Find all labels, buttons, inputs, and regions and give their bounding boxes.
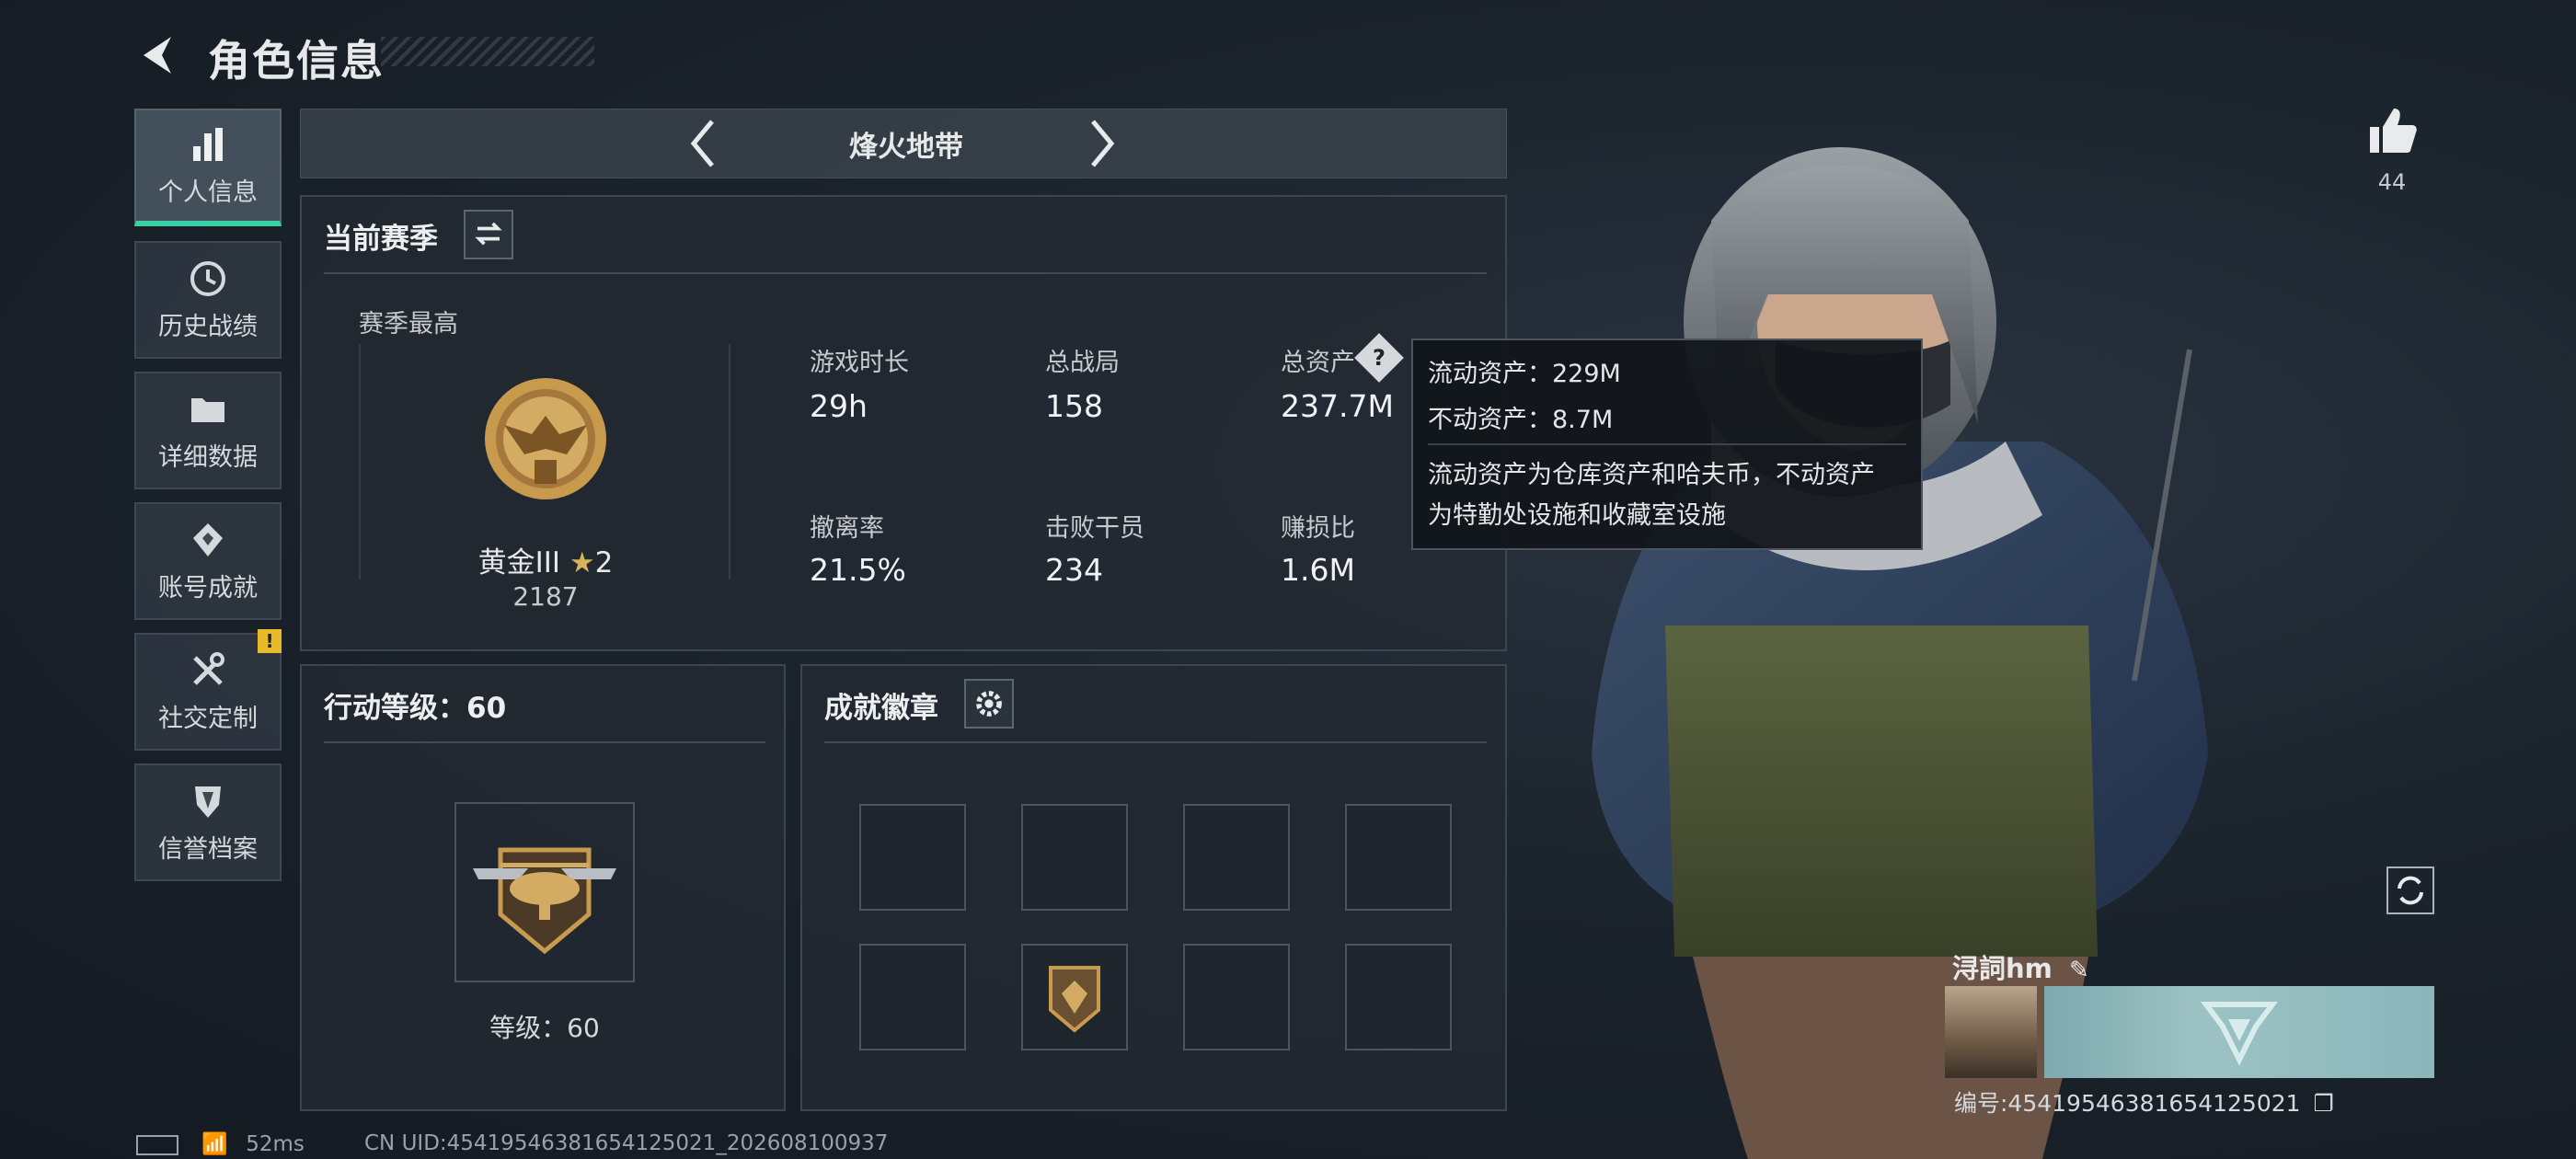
- badge-slot[interactable]: [1183, 944, 1290, 1050]
- sidebar-item-label: 社交定制: [158, 704, 258, 733]
- player-id: 编号:45419546381654125021 ❐: [1954, 1085, 2334, 1119]
- shield-badge-icon: [1049, 966, 1100, 1033]
- rank-label: 黄金III ★2: [412, 539, 679, 580]
- rank-score: 2187: [512, 581, 579, 612]
- achievement-badges-panel: 成就徽章: [800, 664, 1507, 1111]
- sidebar-item-label: 信誉档案: [158, 834, 258, 864]
- divider: [1428, 443, 1906, 445]
- battery-icon: [136, 1134, 178, 1155]
- badge-slot[interactable]: [1345, 944, 1452, 1050]
- stat-value: 1.6M: [1281, 552, 1355, 588]
- divider: [324, 741, 765, 743]
- stat-value: 237.7M: [1281, 388, 1394, 424]
- tooltip-fixed-assets: 不动资产：8.7M: [1428, 406, 1614, 434]
- badge-slot[interactable]: [1021, 804, 1128, 911]
- stat-label: 总战局: [1045, 349, 1120, 377]
- player-name: 浔詞hm ✎: [1952, 947, 2089, 986]
- stat-value: 234: [1045, 552, 1103, 588]
- thumbs-up-icon[interactable]: [2364, 103, 2420, 158]
- badge-slot[interactable]: [859, 944, 966, 1050]
- switch-season-button[interactable]: [464, 210, 513, 259]
- tooltip-liquid-assets: 流动资产：229M: [1428, 360, 1621, 388]
- badge-slot[interactable]: [1345, 804, 1452, 911]
- season-best-label: 赛季最高: [359, 310, 458, 339]
- stat-value: 158: [1045, 388, 1103, 424]
- asset-tooltip: 流动资产：229M 不动资产：8.7M 流动资产为仓库资产和哈夫币，不动资产 为…: [1411, 339, 1923, 550]
- sidebar-item-label: 历史战绩: [158, 312, 258, 341]
- badges-title: 成就徽章: [824, 692, 938, 725]
- player-id-text: 编号:45419546381654125021: [1954, 1090, 2301, 1117]
- badge-slot[interactable]: [1021, 944, 1128, 1050]
- page-title: 角色信息: [208, 36, 385, 86]
- like-count: 44: [2377, 169, 2407, 195]
- sidebar-item-label: 账号成就: [158, 573, 258, 602]
- mode-tab-title: 烽火地带: [849, 131, 963, 164]
- refresh-icon: [2398, 876, 2423, 905]
- gear-icon: [976, 691, 1002, 717]
- shield-icon: [195, 786, 221, 818]
- folder-icon: [191, 397, 224, 422]
- tools-icon: [193, 651, 224, 685]
- action-level-title: 行动等级：60: [324, 692, 507, 725]
- back-arrow-icon[interactable]: [134, 31, 182, 79]
- title-decoration: [381, 37, 594, 66]
- sidebar-item-label: 详细数据: [158, 442, 258, 472]
- copy-icon[interactable]: ❐: [2314, 1090, 2334, 1117]
- bar-chart-icon: [193, 127, 223, 161]
- stat-label: 击败干员: [1045, 514, 1144, 543]
- sidebar-item-detailed-data[interactable]: 详细数据: [134, 372, 282, 489]
- tooltip-desc: 流动资产为仓库资产和哈夫币，不动资产: [1428, 461, 1875, 489]
- gold-rank-medal-icon: [485, 378, 606, 499]
- stat-label: 总资产: [1281, 349, 1355, 377]
- ping-text: 52ms: [246, 1132, 305, 1156]
- badge-slot[interactable]: [859, 804, 966, 911]
- edit-icon[interactable]: ✎: [2069, 957, 2089, 984]
- sidebar-item-history[interactable]: 历史战绩: [134, 241, 282, 359]
- stat-value: 21.5%: [810, 552, 906, 588]
- level-text: 等级：60: [489, 1013, 600, 1043]
- swap-icon: [475, 222, 502, 246]
- rank-stars: 2: [594, 546, 614, 580]
- rank-name: 黄金III: [477, 546, 561, 580]
- season-title: 当前赛季: [324, 223, 438, 256]
- help-glyph: ?: [1373, 345, 1386, 371]
- stat-value: 29h: [810, 388, 868, 424]
- star-icon: ★: [569, 546, 595, 580]
- player-banner[interactable]: [2044, 986, 2434, 1078]
- badge-slot[interactable]: [1183, 804, 1290, 911]
- season-panel: 当前赛季 赛季最高 黄金III ★2 2187 游戏时长 29h 总战局 158…: [300, 195, 1507, 651]
- wifi-icon: 📶: [201, 1132, 228, 1156]
- status-bar: 📶 52ms: [136, 1131, 305, 1156]
- player-name-text: 浔詞hm: [1952, 953, 2053, 984]
- sidebar-item-reputation[interactable]: 信誉档案: [134, 763, 282, 881]
- tooltip-desc: 为特勤处设施和收藏室设施: [1428, 501, 1726, 530]
- history-icon: [190, 260, 225, 296]
- sidebar-item-personal-info[interactable]: 个人信息: [134, 109, 282, 226]
- divider: [824, 741, 1487, 743]
- helicopter-emblem-icon: [473, 847, 616, 955]
- chevron-left-icon[interactable]: [681, 114, 727, 173]
- sidebar-item-achievements[interactable]: 账号成就: [134, 502, 282, 620]
- divider: [324, 272, 1487, 274]
- achievement-icon: [193, 522, 223, 557]
- stat-label: 游戏时长: [810, 349, 909, 377]
- stat-label: 撤离率: [810, 514, 884, 543]
- chevron-right-icon[interactable]: [1078, 114, 1124, 173]
- rotate-character-button[interactable]: [2386, 866, 2434, 914]
- uid-text: CN UID:45419546381654125021_202608100937: [364, 1131, 889, 1155]
- sidebar-item-label: 个人信息: [158, 178, 258, 207]
- delta-logo-icon: [2201, 1002, 2278, 1065]
- alert-badge: !: [258, 629, 282, 653]
- badge-settings-button[interactable]: [964, 679, 1014, 729]
- stat-label: 赚损比: [1281, 514, 1355, 543]
- action-level-panel: 行动等级：60 等级：60: [300, 664, 786, 1111]
- player-avatar[interactable]: [1945, 986, 2037, 1078]
